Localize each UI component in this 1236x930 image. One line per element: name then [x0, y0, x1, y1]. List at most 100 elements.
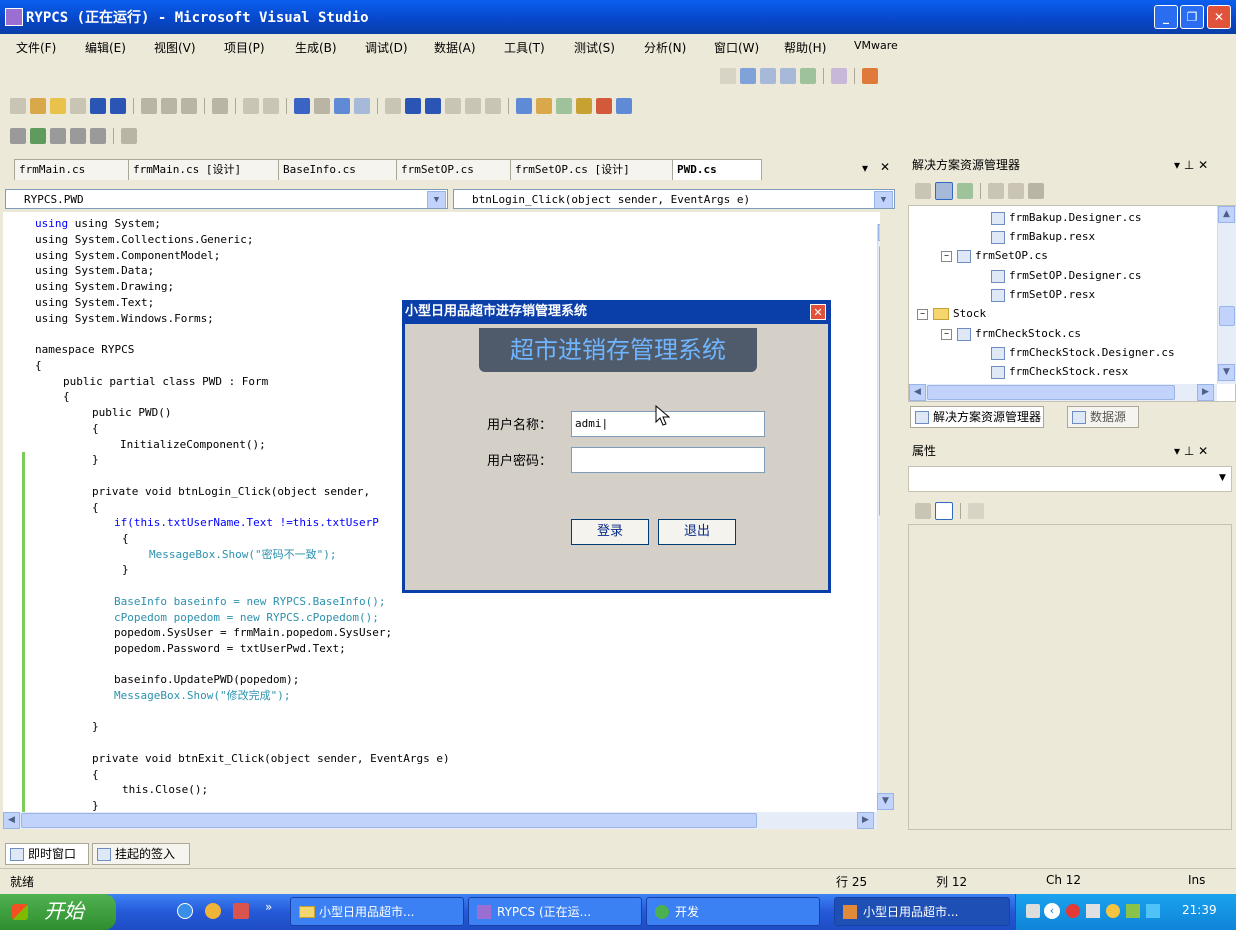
class-combo[interactable]: RYPCS.PWD ▼ — [5, 189, 448, 209]
task-supermarket-folder[interactable]: 小型日用品超市... — [290, 897, 464, 926]
menu-data[interactable]: 数据(A) — [434, 39, 476, 56]
show-all-files-icon[interactable] — [935, 182, 953, 200]
scroll-up-icon[interactable]: ▲ — [1218, 206, 1235, 223]
tree-item[interactable]: frmCheckStock.Designer.cs — [991, 344, 1175, 362]
quick-launch-icon[interactable] — [205, 903, 221, 919]
tab-frmmain-design[interactable]: frmMain.cs [设计] — [128, 159, 286, 180]
chevron-down-icon[interactable]: ▼ — [1219, 473, 1226, 483]
close-document-icon[interactable]: ✕ — [880, 160, 890, 174]
task-supermarket-app[interactable]: 小型日用品超市... — [834, 897, 1010, 926]
navigate-backward-icon[interactable] — [334, 98, 350, 114]
property-pages-icon[interactable] — [968, 503, 984, 519]
menu-view[interactable]: 视图(V) — [154, 39, 196, 56]
menu-test[interactable]: 测试(S) — [574, 39, 615, 56]
collapse-icon[interactable]: − — [941, 250, 952, 262]
scroll-right-icon[interactable]: ▶ — [1197, 384, 1214, 401]
refresh-icon[interactable] — [957, 183, 973, 199]
comment-icon[interactable] — [243, 98, 259, 114]
view-code-icon[interactable] — [988, 183, 1004, 199]
tab-frmmain-cs[interactable]: frmMain.cs — [14, 159, 136, 180]
tree-item[interactable]: frmBakup.Designer.cs — [991, 209, 1141, 227]
cut-icon[interactable] — [141, 98, 157, 114]
menu-project[interactable]: 项目(P) — [224, 39, 265, 56]
volume-icon[interactable] — [1086, 904, 1100, 918]
browser-icon[interactable] — [177, 903, 193, 919]
start-page-icon[interactable] — [596, 98, 612, 114]
task-develop[interactable]: 开发 — [646, 897, 820, 926]
scroll-down-icon[interactable]: ▼ — [1218, 364, 1235, 381]
chevron-down-icon[interactable]: ▼ — [427, 191, 446, 208]
menu-help[interactable]: 帮助(H) — [784, 39, 826, 56]
toolbar-button-icon[interactable] — [800, 68, 816, 84]
save-icon[interactable] — [90, 98, 106, 114]
chevron-down-icon[interactable]: ▼ — [874, 191, 893, 208]
network-icon[interactable] — [1146, 904, 1160, 918]
scroll-left-icon[interactable]: ◀ — [3, 812, 20, 829]
tab-data-sources[interactable]: 数据源 — [1067, 406, 1139, 428]
toolbar-button-icon[interactable] — [760, 68, 776, 84]
scroll-up-icon[interactable]: ▲ — [878, 224, 880, 241]
scroll-thumb[interactable] — [879, 246, 880, 516]
panel-pin-icon[interactable]: ▾ ⊥ ✕ — [1174, 440, 1208, 462]
alphabetical-icon[interactable] — [935, 502, 953, 520]
tree-item[interactable]: frmBakup.resx — [991, 228, 1095, 246]
toolbar-button-icon[interactable] — [70, 128, 86, 144]
password-input[interactable] — [571, 447, 765, 473]
tray-app-icon[interactable] — [1066, 904, 1080, 918]
toolbar-button-icon[interactable] — [30, 128, 46, 144]
menu-tools[interactable]: 工具(T) — [504, 39, 545, 56]
step-out-icon[interactable] — [485, 98, 501, 114]
find-icon[interactable] — [212, 98, 228, 114]
properties-icon[interactable] — [915, 183, 931, 199]
toolbar-button-icon[interactable] — [740, 68, 756, 84]
dialog-close-button[interactable]: ✕ — [810, 304, 826, 320]
editor-horizontal-scrollbar[interactable]: ◀ ▶ — [3, 812, 877, 829]
collapse-icon[interactable]: − — [941, 328, 952, 340]
toolbar-button-icon[interactable] — [780, 68, 796, 84]
editor-vertical-scrollbar[interactable]: ▲ — [877, 224, 880, 812]
menu-debug[interactable]: 调试(D) — [365, 39, 408, 56]
collapse-icon[interactable]: − — [917, 308, 928, 320]
uncomment-icon[interactable] — [263, 98, 279, 114]
start-button[interactable]: 开始 — [0, 894, 116, 930]
menu-analyze[interactable]: 分析(N) — [644, 39, 686, 56]
keyboard-icon[interactable] — [1026, 904, 1040, 918]
scroll-thumb[interactable] — [21, 813, 757, 828]
window-icon[interactable] — [70, 98, 86, 114]
tab-baseinfo-cs[interactable]: BaseInfo.cs — [278, 159, 404, 180]
toolbar-button-icon[interactable] — [50, 128, 66, 144]
restore-button[interactable]: ❐ — [1180, 5, 1204, 29]
toolbar-button-icon[interactable] — [862, 68, 878, 84]
copy-icon[interactable] — [161, 98, 177, 114]
menu-build[interactable]: 生成(B) — [295, 39, 337, 56]
toolbox-icon[interactable] — [576, 98, 592, 114]
scroll-thumb[interactable] — [927, 385, 1175, 400]
more-quick-launch-icon[interactable]: » — [265, 900, 272, 914]
close-button[interactable]: ✕ — [1207, 5, 1231, 29]
tree-horizontal-scrollbar[interactable]: ◀ ▶ — [909, 384, 1217, 401]
tree-item[interactable]: − frmSetOP.cs — [941, 247, 1048, 265]
toolbar-button-icon[interactable] — [121, 128, 137, 144]
toolbar-button-icon[interactable] — [720, 68, 736, 84]
tree-item[interactable]: frmSetOP.Designer.cs — [991, 267, 1141, 285]
member-combo[interactable]: btnLogin_Click(object sender, EventArgs … — [453, 189, 895, 209]
tab-solution-explorer[interactable]: 解决方案资源管理器 — [910, 406, 1044, 428]
properties-icon[interactable] — [536, 98, 552, 114]
tab-pwd-cs[interactable]: PWD.cs — [672, 159, 762, 180]
tab-pending-checkins[interactable]: 挂起的签入 — [92, 843, 190, 865]
task-visual-studio[interactable]: RYPCS (正在运... — [468, 897, 642, 926]
show-hidden-icons-icon[interactable]: ‹ — [1044, 903, 1060, 919]
categorized-icon[interactable] — [915, 503, 931, 519]
tree-item[interactable]: − Stock — [917, 305, 986, 323]
tree-item[interactable]: frmCheckStock.resx — [991, 363, 1128, 381]
stop-icon[interactable] — [425, 98, 441, 114]
exit-button[interactable]: 退出 — [658, 519, 736, 545]
tray-app-icon[interactable] — [1126, 904, 1140, 918]
tab-list-dropdown-icon[interactable]: ▾ — [862, 161, 868, 175]
paste-icon[interactable] — [181, 98, 197, 114]
add-item-icon[interactable] — [30, 98, 46, 114]
minimize-button[interactable]: _ — [1154, 5, 1178, 29]
undo-icon[interactable] — [294, 98, 310, 114]
toolbar-button-icon[interactable] — [831, 68, 847, 84]
step-icon[interactable] — [445, 98, 461, 114]
